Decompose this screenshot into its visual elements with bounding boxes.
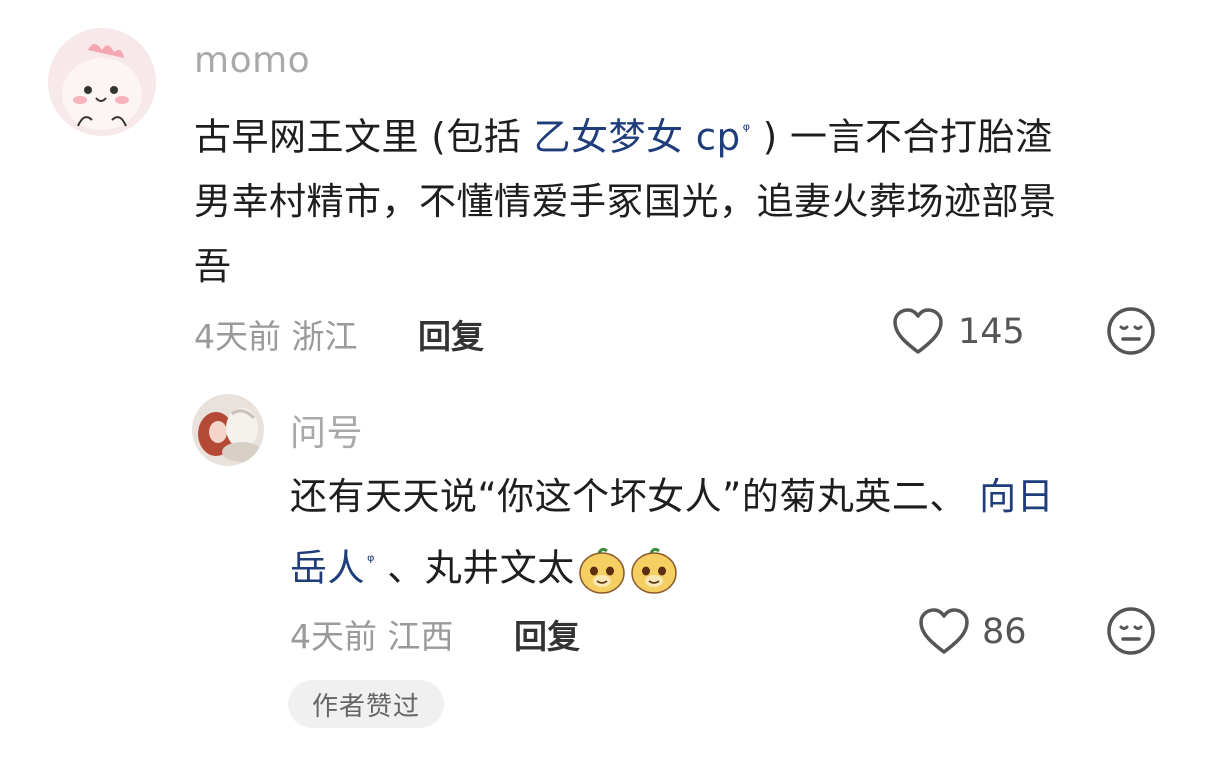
keyword-link[interactable]: 乙女梦女 cp <box>533 115 740 158</box>
reply-line-2: 岳人 ᵠ 、丸井文太 <box>290 529 1180 600</box>
comment-meta: 4天前 浙江 <box>194 317 358 356</box>
keyword-link-2[interactable]: 岳人 <box>290 546 365 589</box>
commenter-username[interactable]: momo <box>194 40 310 81</box>
reply-username[interactable]: 问号 <box>290 404 363 456</box>
reply-text-after-link: 、丸井文太 <box>374 546 575 590</box>
reply-text: 还有天天说“你这个坏女人”的菊丸英二、 向日 岳人 ᵠ 、丸井文太 <box>290 464 1180 600</box>
neutral-face-icon[interactable] <box>1106 306 1156 356</box>
neutral-face-icon[interactable] <box>1106 606 1156 656</box>
comment-line-2: 男幸村精市，不懂情爱手冢国光，追妻火葬场迹部景 <box>194 180 1057 224</box>
keyword-link-1[interactable]: 向日 <box>979 475 1054 518</box>
reply-button[interactable]: 回复 <box>418 310 484 358</box>
like-count: 145 <box>958 312 1025 352</box>
comment-text-after: ) 一言不合打胎渣 <box>750 115 1053 159</box>
reply-reply-button[interactable]: 回复 <box>514 610 580 658</box>
comment-line-3: 吾 <box>194 245 232 289</box>
yellow-dog-sticker-icon <box>579 547 625 594</box>
author-liked-badge: 作者赞过 <box>288 680 444 728</box>
comment-text-before: 古早网王文里 (包括 <box>194 115 534 159</box>
heart-outline-icon[interactable] <box>918 608 970 656</box>
reply-text-line1: 还有天天说“你这个坏女人”的菊丸英二、 <box>290 475 980 518</box>
reply-avatar[interactable] <box>192 394 264 466</box>
comment-text: 古早网王文里 (包括 乙女梦女 cp ᵠ ) 一言不合打胎渣 男幸村精市，不懂情爱… <box>194 98 1184 299</box>
anime-illustration-avatar-icon <box>192 394 264 466</box>
reply-meta: 4天前 江西 <box>290 617 454 656</box>
reply-line-1: 还有天天说“你这个坏女人”的菊丸英二、 向日 <box>290 464 1180 529</box>
search-icon[interactable]: ᵠ <box>743 120 751 141</box>
search-icon-2[interactable]: ᵠ <box>367 551 375 572</box>
commenter-avatar[interactable] <box>48 28 156 136</box>
reply-like-count: 86 <box>982 612 1027 652</box>
heart-outline-icon[interactable] <box>892 308 944 356</box>
yellow-dog-sticker-icon <box>631 547 677 594</box>
comment-line-1: 古早网王文里 (包括 乙女梦女 cp ᵠ ) 一言不合打胎渣 <box>194 98 1184 169</box>
cartoon-chick-avatar-icon <box>48 28 156 136</box>
